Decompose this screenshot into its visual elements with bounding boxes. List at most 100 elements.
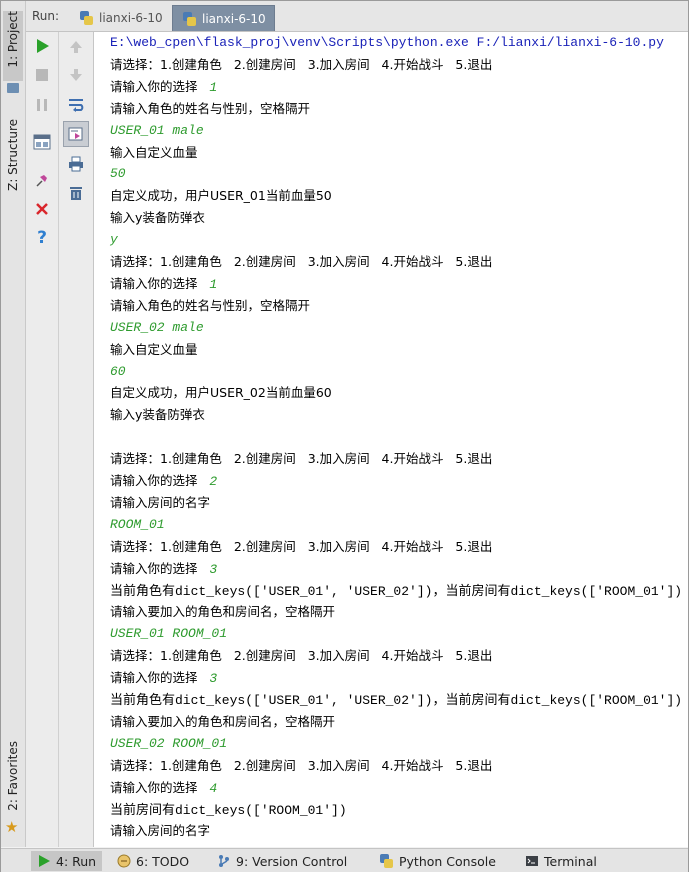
console-line-text: 50 bbox=[110, 166, 126, 182]
console-output-line: 请输入角色的姓名与性别，空格隔开 bbox=[110, 296, 310, 316]
console-line-text: USER_02 male bbox=[110, 319, 204, 335]
console-line-text: 输入y装备防弹衣 bbox=[110, 407, 205, 423]
stop-icon bbox=[36, 69, 48, 81]
play-icon bbox=[37, 39, 49, 53]
tab-todo-label: 6: TODO bbox=[136, 853, 190, 869]
stop-button[interactable] bbox=[30, 63, 54, 87]
console-line-text: USER_01 ROOM_01 bbox=[110, 626, 228, 642]
run-tool-window: 1: Project Z: Structure 2: Favorites ★ R… bbox=[0, 0, 689, 872]
console-output-line: 输入自定义血量 bbox=[110, 143, 198, 163]
pause-icon bbox=[37, 99, 47, 111]
tab-python-console-label: Python Console bbox=[399, 853, 496, 869]
console-output-line: 自定义成功，用户USER_01当前血量50 bbox=[110, 186, 332, 206]
tab-version-control[interactable]: 9: Version Control bbox=[211, 851, 353, 871]
console-output-line: 请选择：1.创建角色 2.创建房间 3.加入房间 4.开始战斗 5.退出 bbox=[110, 449, 492, 469]
console-line-text: 请选择：1.创建角色 2.创建房间 3.加入房间 4.开始战斗 5.退出 bbox=[110, 56, 493, 72]
bottom-tool-bar: 4: Run 6: TODO 9: Version Control Python… bbox=[1, 848, 688, 872]
console-line-text: 请输入角色的姓名与性别，空格隔开 bbox=[110, 297, 311, 313]
clear-all-button[interactable] bbox=[64, 181, 88, 205]
console-output-line: 自定义成功，用户USER_02当前血量60 bbox=[110, 383, 332, 403]
tab-run[interactable]: 4: Run bbox=[31, 851, 103, 871]
console-line-text: 请输入要加入的角色和房间名，空格隔开 bbox=[110, 604, 336, 620]
version-control-icon bbox=[219, 855, 229, 867]
scroll-up-button[interactable] bbox=[64, 35, 88, 59]
console-output-line: 当前房间有dict_keys(['ROOM_01']) bbox=[110, 800, 347, 821]
console-input-line: USER_02 ROOM_01 bbox=[110, 734, 227, 754]
favorites-tab-label: 2: Favorites bbox=[6, 741, 20, 811]
restore-layout-button[interactable] bbox=[30, 130, 54, 154]
console-line-text: 当前角色有dict_keys(['USER_01', 'USER_02'])，当… bbox=[110, 583, 683, 599]
scroll-down-button[interactable] bbox=[64, 63, 88, 87]
console-line-text: ROOM_01 bbox=[110, 516, 165, 532]
console-line-text: 请输入你的选择 bbox=[110, 670, 210, 686]
console-line-text: USER_01 male bbox=[110, 122, 204, 138]
run-tab-1[interactable]: lianxi-6-10 bbox=[70, 5, 171, 30]
console-output-line: 请输入要加入的角色和房间名，空格隔开 bbox=[110, 712, 335, 732]
console-input-line: USER_01 ROOM_01 bbox=[110, 624, 227, 644]
run-header: Run: lianxi-6-10 lianxi-6-10 bbox=[26, 1, 688, 32]
console-line-text: 自定义成功，用户USER_01当前血量50 bbox=[110, 188, 332, 204]
console-input-line: 50 bbox=[110, 164, 126, 184]
help-button[interactable]: ? bbox=[30, 226, 54, 250]
pin-icon bbox=[36, 175, 47, 187]
console-output-line: 当前角色有dict_keys(['USER_01', 'USER_02'])，当… bbox=[110, 690, 682, 711]
tab-python-console[interactable]: Python Console bbox=[372, 851, 502, 871]
console-output[interactable]: E:\web_cpen\flask_proj\venv\Scripts\pyth… bbox=[94, 32, 688, 847]
scroll-to-end-button[interactable] bbox=[63, 121, 89, 147]
tab-version-control-label: 9: Version Control bbox=[236, 853, 348, 869]
help-icon: ? bbox=[37, 228, 47, 248]
run-tab-label: lianxi-6-10 bbox=[202, 11, 266, 26]
console-line-text: 请输入房间的名字 bbox=[110, 823, 211, 839]
pause-button[interactable] bbox=[30, 93, 54, 117]
python-console-icon bbox=[378, 853, 394, 869]
console-output-line: 请输入房间的名字 bbox=[110, 821, 210, 841]
project-folder-icon bbox=[7, 83, 19, 93]
console-line-text: 请输入房间的名字 bbox=[110, 494, 211, 510]
close-icon bbox=[36, 203, 48, 215]
run-tab-2[interactable]: lianxi-6-10 bbox=[172, 5, 275, 31]
console-input-line: 60 bbox=[110, 362, 126, 382]
tab-terminal[interactable]: Terminal bbox=[519, 851, 603, 871]
rerun-button[interactable] bbox=[30, 34, 54, 58]
terminal-icon bbox=[526, 856, 538, 866]
console-output-line: 请输入你的选择 1 bbox=[110, 274, 217, 295]
console-line-text: 当前房间有dict_keys(['ROOM_01']) bbox=[110, 802, 347, 818]
tab-project[interactable]: 1: Project bbox=[3, 11, 23, 81]
console-output-line: 当前角色有dict_keys(['USER_01', 'USER_02'])，当… bbox=[110, 581, 682, 602]
arrow-up-icon bbox=[70, 41, 82, 53]
console-line-text: 当前角色有dict_keys(['USER_01', 'USER_02'])，当… bbox=[110, 693, 683, 708]
console-line-text: 请输入你的选择 bbox=[110, 779, 210, 795]
tab-todo[interactable]: 6: TODO bbox=[111, 851, 195, 871]
console-line-text: 请选择：1.创建角色 2.创建房间 3.加入房间 4.开始战斗 5.退出 bbox=[110, 757, 493, 773]
console-output-line: 输入y装备防弹衣 bbox=[110, 208, 205, 228]
console-output-line: 请选择：1.创建角色 2.创建房间 3.加入房间 4.开始战斗 5.退出 bbox=[110, 537, 492, 557]
run-toolbar-secondary bbox=[59, 32, 94, 847]
print-button[interactable] bbox=[64, 152, 88, 176]
console-line-text: 输入自定义血量 bbox=[110, 144, 198, 160]
tab-favorites[interactable]: 2: Favorites bbox=[3, 741, 23, 819]
console-user-choice: 1 bbox=[209, 276, 218, 292]
console-output-line: 请输入你的选择 1 bbox=[110, 77, 217, 98]
console-line-text: 请选择：1.创建角色 2.创建房间 3.加入房间 4.开始战斗 5.退出 bbox=[110, 648, 493, 664]
close-button[interactable] bbox=[30, 197, 54, 221]
console-line-text: 请选择：1.创建角色 2.创建房间 3.加入房间 4.开始战斗 5.退出 bbox=[110, 538, 493, 554]
console-line-text: 请选择：1.创建角色 2.创建房间 3.加入房间 4.开始战斗 5.退出 bbox=[110, 254, 493, 269]
tab-structure[interactable]: Z: Structure bbox=[3, 119, 23, 211]
console-output-line: 请选择：1.创建角色 2.创建房间 3.加入房间 4.开始战斗 5.退出 bbox=[110, 646, 492, 666]
console-output-line: 请选择：1.创建角色 2.创建房间 3.加入房间 4.开始战斗 5.退出 bbox=[110, 55, 492, 75]
run-label: Run: bbox=[32, 9, 60, 23]
console-user-choice: 4 bbox=[209, 780, 218, 796]
console-line-text: 请输入角色的姓名与性别，空格隔开 bbox=[110, 100, 311, 116]
left-tool-strip: 1: Project Z: Structure 2: Favorites ★ bbox=[1, 1, 26, 847]
console-input-line: USER_01 male bbox=[110, 121, 204, 141]
python-icon bbox=[78, 10, 94, 26]
console-line-text: 请输入你的选择 bbox=[110, 275, 210, 291]
console-output-line: 输入自定义血量 bbox=[110, 340, 198, 360]
soft-wrap-button[interactable] bbox=[64, 93, 88, 117]
console-line-text: 请选择：1.创建角色 2.创建房间 3.加入房间 4.开始战斗 5.退出 bbox=[110, 451, 493, 467]
console-line-text: 输入y装备防弹衣 bbox=[110, 210, 205, 226]
console-line-text: 请输入你的选择 bbox=[110, 78, 210, 94]
pin-tab-button[interactable] bbox=[30, 168, 54, 192]
tab-run-label: 4: Run bbox=[56, 853, 97, 869]
console-line-text: USER_02 ROOM_01 bbox=[110, 735, 228, 751]
